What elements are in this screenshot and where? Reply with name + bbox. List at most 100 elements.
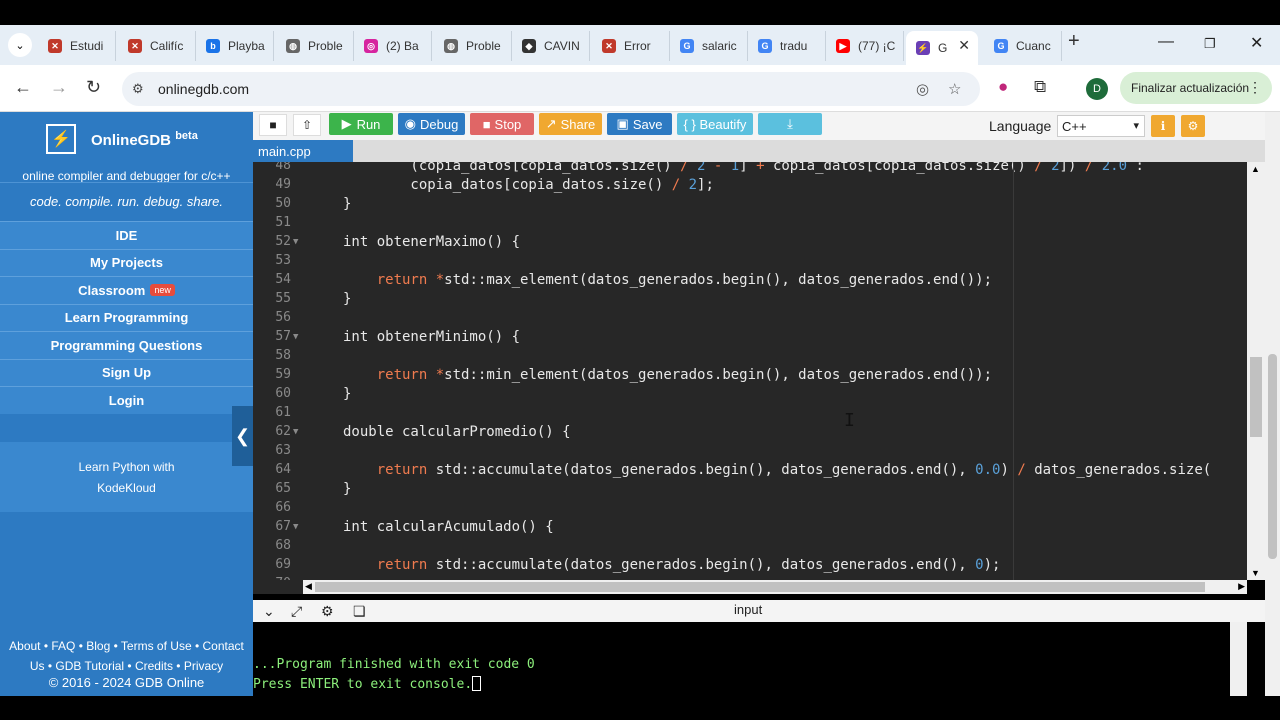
extension-icon[interactable]: ●: [998, 77, 1008, 97]
expand-icon[interactable]: ⤢: [291, 603, 302, 620]
puzzle-icon[interactable]: ⧉: [1034, 77, 1046, 97]
tab-search-icon[interactable]: ⌄: [8, 33, 32, 57]
browser-tab[interactable]: ✕ Error: [592, 31, 670, 61]
code-line[interactable]: 49 copia_datos[copia_datos.size() / 2];: [253, 177, 1247, 196]
browser-tab[interactable]: ◍ Proble: [276, 31, 354, 61]
upload-icon[interactable]: ⇧: [293, 114, 321, 136]
browser-tab[interactable]: b Playba: [196, 31, 274, 61]
footer-links[interactable]: About • FAQ • Blog • Terms of Use • Cont…: [0, 636, 253, 676]
code-line[interactable]: 48 (copia_datos[copia_datos.size() / 2 -…: [253, 162, 1247, 177]
browser-tab[interactable]: ◆ CAVIN: [512, 31, 590, 61]
code-line[interactable]: 51: [253, 215, 1247, 234]
code-line[interactable]: 61: [253, 405, 1247, 424]
footer-line[interactable]: Us • GDB Tutorial • Credits • Privacy: [0, 656, 253, 676]
gear-icon[interactable]: ⚙: [321, 603, 334, 620]
close-tab-icon[interactable]: ✕: [958, 37, 970, 54]
code-line[interactable]: 62 ▼ double calcularPromedio() {: [253, 424, 1247, 443]
footer-line[interactable]: About • FAQ • Blog • Terms of Use • Cont…: [0, 636, 253, 656]
brand[interactable]: ⚡ OnlineGDB beta online compiler and deb…: [0, 124, 253, 184]
more-icon[interactable]: ⋮: [1248, 79, 1262, 96]
fold-icon[interactable]: ▼: [293, 427, 298, 437]
code-editor[interactable]: 48 (copia_datos[copia_datos.size() / 2 -…: [253, 162, 1247, 580]
restore-icon[interactable]: ❐: [1204, 36, 1216, 52]
sidebar-item-sign-up[interactable]: Sign Up: [0, 358, 253, 386]
code-line[interactable]: 68: [253, 538, 1247, 557]
chevron-down-icon[interactable]: ⌄: [263, 603, 275, 620]
sidebar-item-classroom[interactable]: Classroom new: [0, 276, 253, 304]
editor-vertical-scrollbar[interactable]: ▲ ▼: [1247, 162, 1265, 580]
clipboard-icon[interactable]: ❏: [353, 603, 366, 620]
code-line[interactable]: 59 return *std::min_element(datos_genera…: [253, 367, 1247, 386]
scroll-down-icon[interactable]: ▼: [1251, 568, 1260, 578]
sidebar-item-learn-programming[interactable]: Learn Programming: [0, 303, 253, 331]
console-scrollbar[interactable]: [1230, 622, 1247, 696]
code-line[interactable]: 66: [253, 500, 1247, 519]
scroll-up-icon[interactable]: ▲: [1251, 164, 1260, 174]
page-scrollbar[interactable]: [1265, 112, 1280, 696]
browser-tab[interactable]: Gsalaric: [670, 31, 748, 61]
eye-off-icon[interactable]: ◎: [916, 80, 929, 98]
browser-tab[interactable]: G Cuanc: [984, 31, 1062, 61]
avatar[interactable]: D: [1086, 78, 1108, 100]
fold-icon[interactable]: ▼: [293, 522, 298, 532]
code-line[interactable]: 55}: [253, 291, 1247, 310]
code-line[interactable]: 63: [253, 443, 1247, 462]
reload-icon[interactable]: ↻: [86, 77, 101, 98]
scrollbar-thumb[interactable]: [315, 582, 1205, 592]
browser-tab[interactable]: ⚡ G ✕: [906, 31, 978, 65]
info-icon[interactable]: ℹ: [1151, 115, 1175, 137]
code-line[interactable]: 57 ▼ int obtenerMinimo() {: [253, 329, 1247, 348]
sidebar-item-ide[interactable]: IDE: [0, 221, 253, 249]
browser-tab[interactable]: ◎ (2) Ba: [354, 31, 432, 61]
stop-button[interactable]: ■ Stop: [470, 113, 534, 135]
update-button[interactable]: Finalizar actualización ⋮: [1120, 72, 1272, 104]
collapse-sidebar-icon[interactable]: ❮: [232, 406, 253, 466]
browser-tab[interactable]: ✕ Califíc: [118, 31, 196, 61]
scroll-right-icon[interactable]: ▶: [1238, 581, 1245, 592]
save-button[interactable]: ▣ Save: [607, 113, 672, 135]
new-file-icon[interactable]: ■: [259, 114, 287, 136]
promo-banner[interactable]: Learn Python with KodeKloud: [0, 442, 253, 512]
fold-icon[interactable]: ▼: [293, 332, 298, 342]
run-button[interactable]: ▶ Run: [329, 113, 393, 135]
browser-tab[interactable]: ◍ Proble: [434, 31, 512, 61]
code-line[interactable]: 60}: [253, 386, 1247, 405]
site-info-icon[interactable]: ⚙: [132, 81, 148, 97]
minimize-icon[interactable]: —: [1158, 33, 1174, 51]
code-line[interactable]: 65}: [253, 481, 1247, 500]
code-line[interactable]: 52 ▼ int obtenerMaximo() {: [253, 234, 1247, 253]
browser-tab[interactable]: ▶ (77) ¡C: [826, 31, 904, 61]
code-line[interactable]: 53: [253, 253, 1247, 272]
code-line[interactable]: 56: [253, 310, 1247, 329]
download-button[interactable]: ⤓: [758, 113, 822, 135]
language-select[interactable]: C++ ▾: [1057, 115, 1145, 137]
console-output[interactable]: ...Program finished with exit code 0 Pre…: [253, 622, 1230, 696]
fold-icon[interactable]: ▼: [293, 237, 298, 247]
sidebar-item-login[interactable]: Login: [0, 386, 253, 414]
forward-icon[interactable]: →: [50, 77, 68, 98]
code-line[interactable]: 69 return std::accumulate(datos_generado…: [253, 557, 1247, 576]
tab-main-cpp[interactable]: main.cpp: [253, 140, 353, 162]
new-tab-icon[interactable]: +: [1068, 30, 1080, 53]
url-text[interactable]: onlinegdb.com: [158, 81, 249, 97]
browser-tab[interactable]: ✕ Estudi: [38, 31, 116, 61]
code-line[interactable]: 64 return std::accumulate(datos_generado…: [253, 462, 1247, 481]
back-icon[interactable]: ←: [14, 77, 32, 98]
gear-icon[interactable]: ⚙: [1181, 115, 1205, 137]
scrollbar-thumb[interactable]: [1268, 354, 1277, 559]
beautify-button[interactable]: { } Beautify: [677, 113, 753, 135]
editor-horizontal-scrollbar[interactable]: ◀ ▶: [303, 580, 1247, 594]
close-window-icon[interactable]: ✕: [1250, 33, 1263, 53]
code-line[interactable]: 54 return *std::max_element(datos_genera…: [253, 272, 1247, 291]
sidebar-item-programming-questions[interactable]: Programming Questions: [0, 331, 253, 359]
bookmark-star-icon[interactable]: ☆: [948, 80, 961, 98]
scrollbar-thumb[interactable]: [1250, 357, 1262, 437]
omnibox[interactable]: ⚙ onlinegdb.com ◎ ☆: [122, 72, 980, 106]
scroll-left-icon[interactable]: ◀: [305, 581, 312, 592]
debug-button[interactable]: ◉ Debug: [398, 113, 465, 135]
code-line[interactable]: 50}: [253, 196, 1247, 215]
browser-tab[interactable]: Gtradu: [748, 31, 826, 61]
code-line[interactable]: 67 ▼ int calcularAcumulado() {: [253, 519, 1247, 538]
sidebar-item-my-projects[interactable]: My Projects: [0, 248, 253, 276]
share-button[interactable]: ↗ Share: [539, 113, 602, 135]
